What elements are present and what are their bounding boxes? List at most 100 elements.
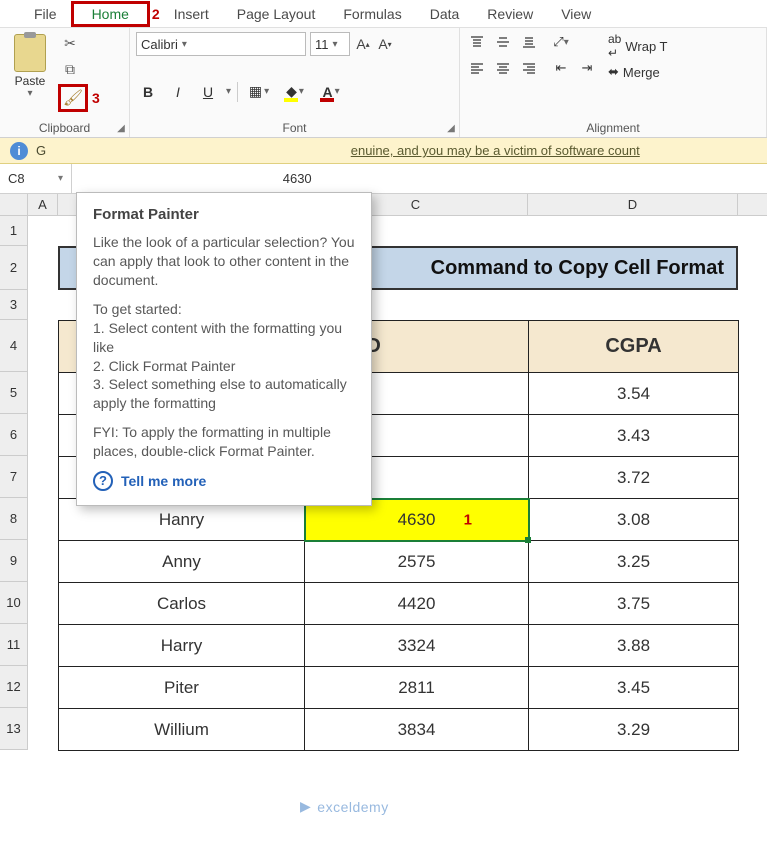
cell-name[interactable]: Willium — [59, 709, 305, 751]
fill-color-button[interactable]: ◆▾ — [280, 80, 310, 104]
font-size-combo[interactable]: 11▾ — [310, 32, 350, 56]
clipboard-launcher[interactable]: ◢ — [115, 123, 127, 135]
tab-view[interactable]: View — [547, 2, 605, 26]
cell-cgpa[interactable]: 3.75 — [529, 583, 739, 625]
cell-id[interactable]: 3324 — [305, 625, 529, 667]
align-left-button[interactable] — [466, 58, 488, 78]
cell-cgpa[interactable]: 3.45 — [529, 667, 739, 709]
orientation-button[interactable]: ⤢▾ — [550, 32, 572, 52]
merge-icon: ⬌ — [608, 64, 619, 80]
tab-data[interactable]: Data — [416, 2, 474, 26]
tell-me-more-link[interactable]: ? Tell me more — [93, 471, 355, 491]
scissors-icon: ✂ — [64, 35, 76, 52]
alignment-group-label: Alignment — [466, 119, 760, 135]
borders-icon: ▦ — [249, 83, 262, 100]
align-middle-button[interactable] — [492, 32, 514, 52]
borders-button[interactable]: ▦▾ — [244, 80, 274, 104]
annotation-2: 2 — [152, 6, 160, 22]
watermark: ▶ exceldemy — [300, 798, 389, 815]
row-header[interactable]: 8 — [0, 498, 28, 540]
table-row: Harry 3324 3.88 — [59, 625, 739, 667]
cell-id[interactable]: 2575 — [305, 541, 529, 583]
align-right-button[interactable] — [518, 58, 540, 78]
formula-bar-row: C8▾ hidden..............................… — [0, 164, 767, 194]
cell-name[interactable]: Anny — [59, 541, 305, 583]
cell-cgpa[interactable]: 3.72 — [529, 457, 739, 499]
underline-button[interactable]: U — [196, 80, 220, 104]
row-header[interactable]: 3 — [0, 290, 28, 320]
help-icon: ? — [93, 471, 113, 491]
row-header[interactable]: 4 — [0, 320, 28, 372]
grow-font-button[interactable]: A▴ — [354, 32, 372, 56]
paste-label: Paste — [15, 74, 46, 88]
cell-name[interactable]: Carlos — [59, 583, 305, 625]
ribbon-group-font: Calibri▾ 11▾ A▴ A▾ B I U ▾ ▦▾ ◆▾ A▾ Font… — [130, 28, 460, 137]
paste-button[interactable]: Paste ▾ — [6, 32, 54, 99]
tab-review[interactable]: Review — [473, 2, 547, 26]
cell-cgpa[interactable]: 3.88 — [529, 625, 739, 667]
row-header[interactable]: 6 — [0, 414, 28, 456]
align-bottom-button[interactable] — [518, 32, 540, 52]
orientation-icon: ⤢ — [553, 34, 563, 50]
tooltip-title: Format Painter — [93, 205, 355, 225]
font-color-button[interactable]: A▾ — [316, 80, 346, 104]
row-header[interactable]: 11 — [0, 624, 28, 666]
format-painter-button[interactable]: 🖌 — [58, 84, 88, 112]
col-header-A[interactable]: A — [28, 194, 58, 215]
italic-button[interactable]: I — [166, 80, 190, 104]
copy-button[interactable]: ⧉ — [58, 58, 82, 80]
decrease-indent-button[interactable]: ⇤ — [550, 58, 572, 78]
cell-name[interactable]: Harry — [59, 625, 305, 667]
cell-cgpa[interactable]: 3.43 — [529, 415, 739, 457]
col-header-D[interactable]: D — [528, 194, 738, 215]
align-top-button[interactable] — [466, 32, 488, 52]
cell-id[interactable]: 3834 — [305, 709, 529, 751]
row-header[interactable]: 7 — [0, 456, 28, 498]
cell-cgpa[interactable]: 3.54 — [529, 373, 739, 415]
row-header[interactable]: 10 — [0, 582, 28, 624]
watermark-icon: ▶ — [300, 798, 311, 815]
ribbon: Paste ▾ ✂ ⧉ 🖌 3 Clipboard ◢ Calibri▾ 11▾… — [0, 28, 767, 138]
tab-formulas[interactable]: Formulas — [329, 2, 415, 26]
row-header[interactable]: 5 — [0, 372, 28, 414]
merge-center-button[interactable]: ⬌Merge — [608, 64, 668, 80]
font-launcher[interactable]: ◢ — [445, 123, 457, 135]
cell-name[interactable]: Piter — [59, 667, 305, 709]
info-icon: i — [10, 142, 28, 160]
format-painter-tooltip: Format Painter Like the look of a partic… — [76, 192, 372, 506]
increase-indent-button[interactable]: ⇥ — [576, 58, 598, 78]
header-cgpa[interactable]: CGPA — [529, 321, 739, 373]
row-header[interactable]: 9 — [0, 540, 28, 582]
warning-link[interactable]: enuine, and you may be a victim of softw… — [351, 143, 640, 158]
cell-cgpa[interactable]: 3.08 — [529, 499, 739, 541]
select-all-corner[interactable] — [0, 194, 28, 215]
cut-button[interactable]: ✂ — [58, 32, 82, 54]
warning-prefix: G — [36, 143, 46, 158]
row-header[interactable]: 2 — [0, 246, 28, 290]
bold-button[interactable]: B — [136, 80, 160, 104]
tab-insert[interactable]: Insert — [160, 2, 223, 26]
row-header[interactable]: 13 — [0, 708, 28, 750]
name-box[interactable]: C8▾ — [0, 164, 72, 193]
tooltip-p2: To get started: 1. Select content with t… — [93, 300, 355, 413]
cell-cgpa[interactable]: 3.25 — [529, 541, 739, 583]
indent-icon: ⇥ — [582, 60, 593, 76]
clipboard-group-label: Clipboard — [6, 119, 123, 135]
row-header[interactable]: 12 — [0, 666, 28, 708]
cell-id[interactable]: 4420 — [305, 583, 529, 625]
align-center-button[interactable] — [492, 58, 514, 78]
formula-bar[interactable]: 4630 — [273, 171, 312, 186]
wrap-text-button[interactable]: ab↵Wrap T — [608, 32, 668, 60]
font-name-combo[interactable]: Calibri▾ — [136, 32, 306, 56]
table-row: Anny 2575 3.25 — [59, 541, 739, 583]
row-header[interactable]: 1 — [0, 216, 28, 246]
tab-page-layout[interactable]: Page Layout — [223, 2, 330, 26]
ribbon-tabs: File Home 2 Insert Page Layout Formulas … — [0, 0, 767, 28]
tab-home[interactable]: Home — [71, 1, 150, 27]
cell-id[interactable]: 2811 — [305, 667, 529, 709]
shrink-font-button[interactable]: A▾ — [376, 32, 394, 56]
tab-file[interactable]: File — [20, 2, 71, 26]
cell-cgpa[interactable]: 3.29 — [529, 709, 739, 751]
annotation-1: 1 — [464, 511, 472, 528]
clipboard-icon — [14, 34, 46, 72]
